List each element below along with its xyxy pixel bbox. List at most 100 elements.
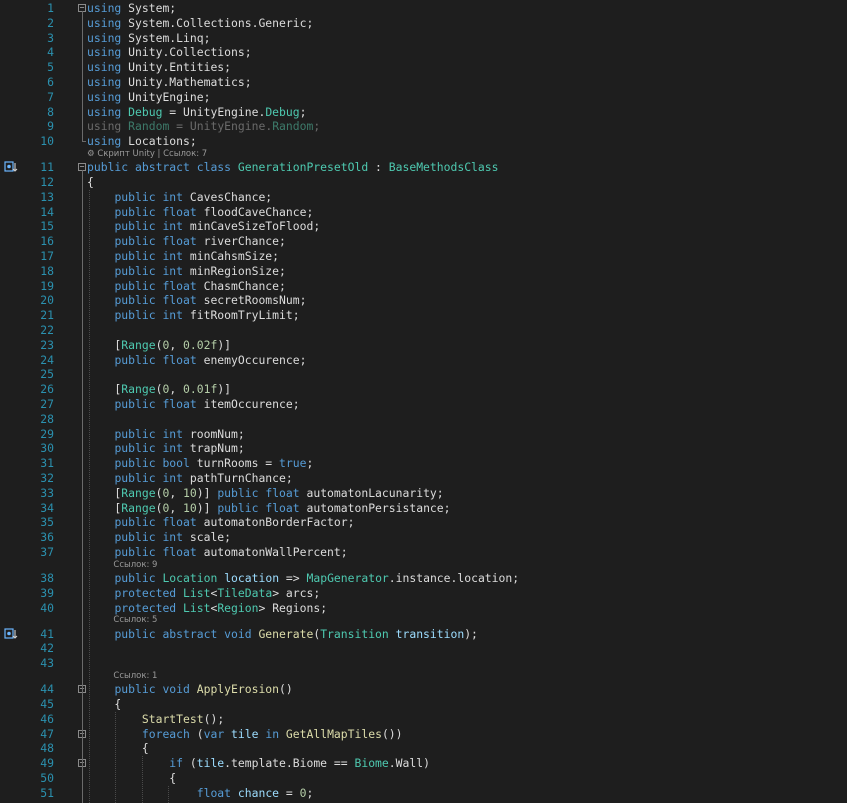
code-line[interactable]: 11− public abstract class GenerationPrese… — [0, 160, 847, 174]
code-line[interactable]: 3 using System.Linq; — [0, 31, 847, 45]
codelens-annotation[interactable]: ⚙ Скрипт Unity | Ссылок: 7 — [87, 148, 207, 160]
code-line[interactable]: 17 public int minCahsmSize; — [0, 249, 847, 263]
code-line[interactable]: 19 public float ChasmChance; — [0, 279, 847, 293]
line-number: 40 — [40, 600, 54, 615]
fold-outline — [82, 11, 83, 142]
code-token: Generate — [258, 626, 314, 641]
code-token: public int — [114, 426, 184, 441]
code-token: Range — [121, 382, 156, 397]
code-line[interactable]: 5 using Unity.Entities; — [0, 60, 847, 74]
code-token: : — [368, 160, 389, 175]
code-line[interactable]: 33 [Range(0, 10)] public float automaton… — [0, 486, 847, 500]
code-line[interactable]: 44− public void ApplyErosion() — [0, 682, 847, 696]
code-line[interactable]: 2 using System.Collections.Generic; — [0, 16, 847, 30]
code-line[interactable]: 32 public int pathTurnChance; — [0, 471, 847, 485]
code-token: Unity.Collections; — [121, 45, 252, 60]
code-token: StartTest — [141, 711, 204, 726]
code-token: using — [87, 119, 129, 134]
code-line[interactable]: 34 [Range(0, 10)] public float automaton… — [0, 501, 847, 515]
code-text: [Range(0, 0.02f)] — [87, 338, 231, 352]
code-line[interactable]: 43 — [0, 656, 847, 670]
code-line[interactable]: 20 public float secretRoomsNum; — [0, 293, 847, 307]
code-line[interactable]: 23 [Range(0, 0.02f)] — [0, 338, 847, 352]
code-line[interactable]: 40 protected List<Region> Regions; — [0, 601, 847, 615]
code-token: public int — [114, 308, 184, 323]
code-line[interactable]: 48 { — [0, 741, 847, 755]
code-line[interactable]: 18 public int minRegionSize; — [0, 264, 847, 278]
code-line[interactable]: 29 public int roomNum; — [0, 427, 847, 441]
code-token: true — [279, 456, 307, 471]
code-line[interactable]: 36 public int scale; — [0, 530, 847, 544]
code-line[interactable]: 21 public int fitRoomTryLimit; — [0, 308, 847, 322]
code-token: Region — [217, 600, 259, 615]
code-line[interactable]: 25 — [0, 367, 847, 381]
code-token: public float — [114, 204, 197, 219]
code-line[interactable]: 14 public float floodCaveChance; — [0, 205, 847, 219]
code-line[interactable]: 10 using Locations; — [0, 134, 847, 148]
code-line[interactable]: 15 public int minCaveSizeToFlood; — [0, 219, 847, 233]
code-line[interactable]: 8 using Debug = UnityEngine.Debug; — [0, 105, 847, 119]
code-line[interactable]: 12 { — [0, 175, 847, 189]
code-token: automatonPersistance; — [299, 500, 451, 515]
code-line[interactable]: 50 { — [0, 771, 847, 785]
code-token: ( — [189, 726, 204, 741]
code-line[interactable]: 42 — [0, 641, 847, 655]
code-text: using Unity.Collections; — [87, 45, 252, 59]
code-line[interactable]: 1− using System; — [0, 1, 847, 15]
implementation-marker-icon[interactable] — [4, 161, 18, 173]
code-line[interactable]: 9 using Random = UnityEngine.Random; — [0, 119, 847, 133]
code-editor[interactable]: 1− using System; 2 using System.Collections… — [0, 0, 847, 803]
line-number: 12 — [40, 175, 54, 189]
code-line[interactable]: 35 public float automatonBorderFactor; — [0, 515, 847, 529]
line-number: 25 — [40, 367, 54, 382]
code-line[interactable]: 30 public int trapNum; — [0, 441, 847, 455]
code-line[interactable]: 31 public bool turnRooms = true; — [0, 456, 847, 470]
code-line[interactable]: 22 — [0, 323, 847, 337]
code-line[interactable]: 51 float chance = 0; — [0, 786, 847, 800]
code-token: ( — [183, 756, 197, 771]
code-line[interactable]: 26 [Range(0, 0.01f)] — [0, 382, 847, 396]
code-line[interactable]: 28 — [0, 412, 847, 426]
code-token: GetAllMapTiles — [285, 726, 382, 741]
code-line[interactable]: 7 using UnityEngine; — [0, 90, 847, 104]
code-line[interactable]: 39 protected List<TileData> arcs; — [0, 586, 847, 600]
code-line[interactable]: 37 public float automatonWallPercent; — [0, 545, 847, 559]
line-number: 39 — [40, 585, 54, 600]
code-token: List — [183, 585, 211, 600]
code-line[interactable]: 13 public int CavesChance; — [0, 190, 847, 204]
code-line[interactable]: 38 public Location location => MapGenera… — [0, 571, 847, 585]
implementation-marker-icon[interactable] — [4, 627, 18, 640]
code-line[interactable]: 41 public abstract void Generate(Transit… — [0, 627, 847, 641]
code-token: public int — [114, 530, 184, 545]
code-text: using System; — [87, 1, 176, 15]
code-token: )] — [217, 337, 232, 352]
code-line[interactable]: 49− if (tile.template.Biome == Biome.Wal… — [0, 756, 847, 770]
code-line[interactable]: 45 { — [0, 697, 847, 711]
code-token: System; — [121, 1, 177, 15]
codelens-annotation[interactable]: Ссылок: 1 — [113, 670, 157, 682]
code-token: public float — [217, 485, 300, 500]
code-line[interactable]: 16 public float riverChance; — [0, 234, 847, 248]
code-line[interactable]: 24 public float enemyOccurence; — [0, 353, 847, 367]
code-text: [Range(0, 10)] public float automatonLac… — [87, 485, 443, 500]
code-line[interactable]: 6 using Unity.Mathematics; — [0, 75, 847, 89]
code-token: , — [169, 485, 184, 500]
line-number: 21 — [40, 308, 54, 323]
code-token: )] — [196, 485, 218, 500]
line-number: 22 — [40, 323, 54, 337]
code-line[interactable]: 46 StartTest(); — [0, 712, 847, 726]
code-token: public float — [114, 293, 197, 308]
code-line[interactable]: 47− foreach (var tile in GetAllMapTiles(… — [0, 727, 847, 741]
codelens-annotation[interactable]: Ссылок: 9 — [113, 559, 157, 571]
line-number: 8 — [47, 104, 54, 119]
code-line[interactable]: 4 using Unity.Collections; — [0, 45, 847, 59]
code-line[interactable]: 27 public float itemOccurence; — [0, 397, 847, 411]
codelens-annotation[interactable]: Ссылок: 5 — [113, 614, 157, 626]
indent-guide — [168, 785, 170, 803]
code-token: automatonBorderFactor; — [196, 515, 355, 530]
